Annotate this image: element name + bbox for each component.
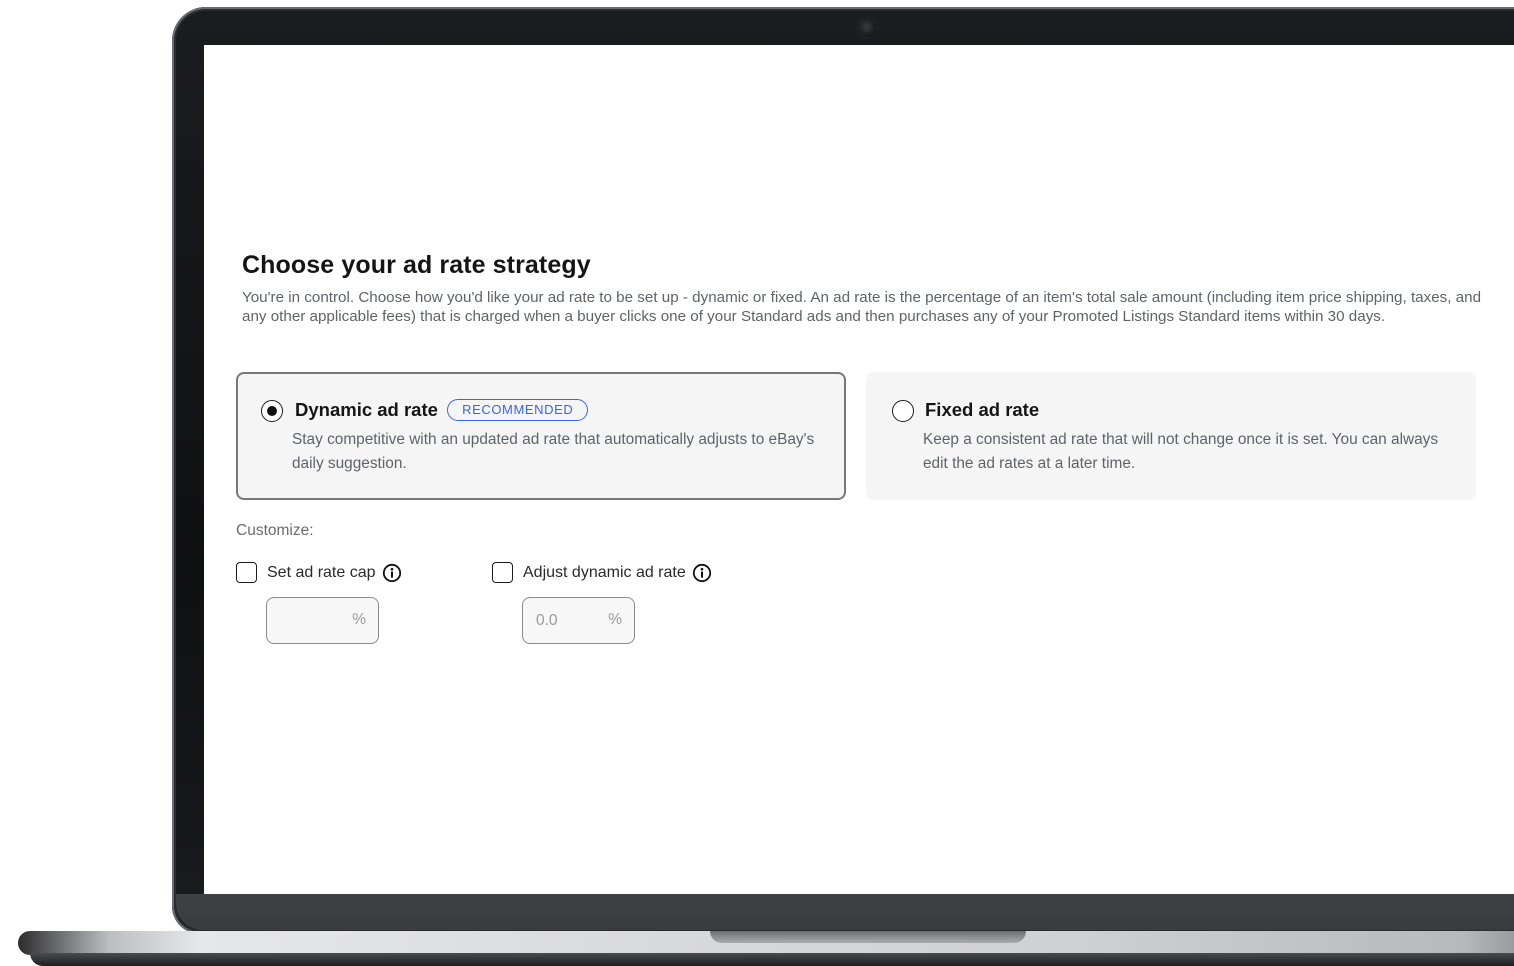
option-fixed-ad-rate[interactable]: Fixed ad rate Keep a consistent ad rate … xyxy=(866,372,1476,500)
screen: Choose your ad rate strategy You're in c… xyxy=(204,45,1514,894)
adjust-dynamic-checkbox[interactable] xyxy=(492,562,513,583)
dynamic-ad-rate-radio[interactable] xyxy=(261,400,283,422)
ad-rate-cap-row: Set ad rate cap xyxy=(236,562,402,583)
recommended-badge: RECOMMENDED xyxy=(447,399,589,421)
ad-rate-cap-label[interactable]: Set ad rate cap xyxy=(267,564,376,582)
info-icon[interactable] xyxy=(692,563,712,583)
fixed-ad-rate-title: Fixed ad rate xyxy=(925,399,1040,420)
page-title: Choose your ad rate strategy xyxy=(242,251,591,279)
laptop-base-edge xyxy=(30,953,1514,966)
dynamic-ad-rate-description: Stay competitive with an updated ad rate… xyxy=(292,431,815,472)
fixed-ad-rate-description: Keep a consistent ad rate that will not … xyxy=(923,431,1439,472)
laptop-lower-bezel xyxy=(176,894,1514,930)
option-dynamic-ad-rate[interactable]: Dynamic ad rate RECOMMENDED Stay competi… xyxy=(236,372,846,500)
laptop-mockup: Choose your ad rate strategy You're in c… xyxy=(0,0,1514,966)
ad-rate-cap-input[interactable]: % xyxy=(266,597,379,644)
info-icon[interactable] xyxy=(382,563,402,583)
adjust-dynamic-input[interactable]: 0.0 % xyxy=(522,597,635,644)
percent-unit: % xyxy=(352,611,366,628)
fixed-ad-rate-radio[interactable] xyxy=(892,400,914,422)
ad-rate-cap-checkbox[interactable] xyxy=(236,562,257,583)
camera-icon xyxy=(858,18,877,37)
adjust-dynamic-placeholder: 0.0 xyxy=(536,612,558,629)
percent-unit: % xyxy=(608,611,622,628)
customize-label: Customize: xyxy=(236,522,314,539)
adjust-dynamic-label[interactable]: Adjust dynamic ad rate xyxy=(523,564,686,582)
option-title-wrapper: Dynamic ad rate RECOMMENDED xyxy=(295,399,589,421)
dynamic-ad-rate-title: Dynamic ad rate xyxy=(295,399,438,420)
adjust-dynamic-row: Adjust dynamic ad rate xyxy=(492,562,712,583)
radio-selected-dot xyxy=(266,405,277,416)
page-description: You're in control. Choose how you'd like… xyxy=(242,289,1482,325)
laptop-notch xyxy=(710,931,1026,943)
